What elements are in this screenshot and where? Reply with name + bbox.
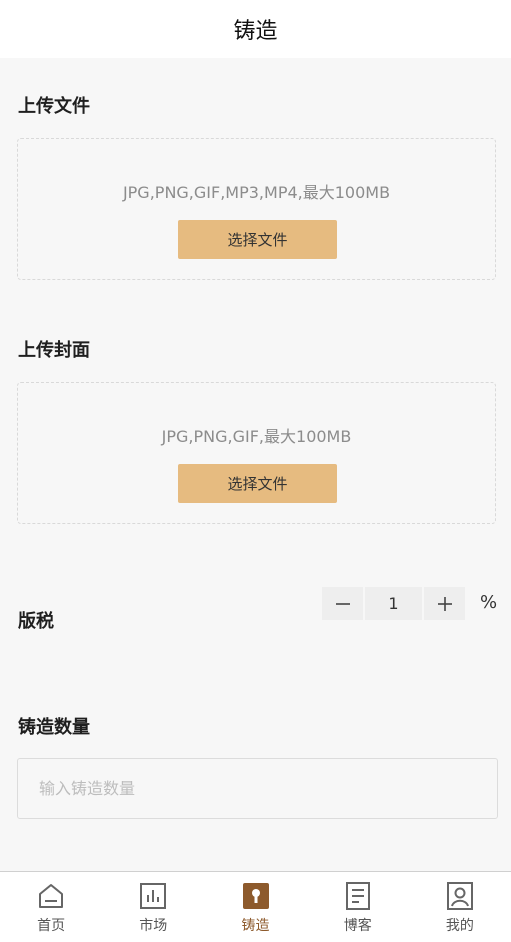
royalty-value[interactable]: 1 — [365, 587, 422, 620]
choose-cover-button[interactable]: 选择文件 — [178, 464, 337, 503]
minus-icon — [335, 602, 350, 605]
royalty-stepper: 1 — [322, 587, 465, 620]
increment-button[interactable] — [424, 587, 465, 620]
bottom-tab-bar: 首页 市场 铸造 博客 我的 — [0, 871, 511, 942]
tab-profile[interactable]: 我的 — [409, 872, 511, 942]
tab-profile-label: 我的 — [445, 918, 474, 934]
chart-icon — [140, 883, 167, 909]
page-header: 铸造 — [0, 0, 511, 58]
document-icon — [345, 882, 370, 910]
tab-blog-label: 博客 — [343, 918, 372, 934]
tab-blog[interactable]: 博客 — [307, 872, 409, 942]
tab-market-label: 市场 — [139, 918, 168, 934]
upload-file-hint: JPG,PNG,GIF,MP3,MP4,最大100MB — [122, 183, 391, 202]
choose-file-button[interactable]: 选择文件 — [178, 220, 337, 259]
upload-file-title: 上传文件 — [18, 96, 90, 117]
upload-cover-hint: JPG,PNG,GIF,最大100MB — [161, 427, 352, 446]
tab-mint[interactable]: 铸造 — [204, 872, 306, 942]
plus-icon — [437, 596, 452, 611]
tab-home[interactable]: 首页 — [0, 872, 102, 942]
mint-quantity-input[interactable] — [17, 758, 498, 819]
tab-home-label: 首页 — [37, 918, 66, 934]
royalty-label: 版税 — [18, 611, 54, 632]
upload-cover-dropzone[interactable]: JPG,PNG,GIF,最大100MB 选择文件 — [17, 382, 496, 524]
home-icon — [39, 884, 64, 908]
profile-icon — [446, 882, 473, 910]
tab-market[interactable]: 市场 — [102, 872, 204, 942]
royalty-unit: % — [480, 592, 498, 613]
mint-icon — [242, 883, 269, 909]
mint-quantity-label: 铸造数量 — [18, 717, 90, 738]
upload-cover-title: 上传封面 — [18, 340, 90, 361]
tab-mint-label: 铸造 — [241, 918, 270, 934]
decrement-button[interactable] — [322, 587, 363, 620]
upload-file-dropzone[interactable]: JPG,PNG,GIF,MP3,MP4,最大100MB 选择文件 — [17, 138, 496, 280]
page-title: 铸造 — [233, 19, 278, 44]
